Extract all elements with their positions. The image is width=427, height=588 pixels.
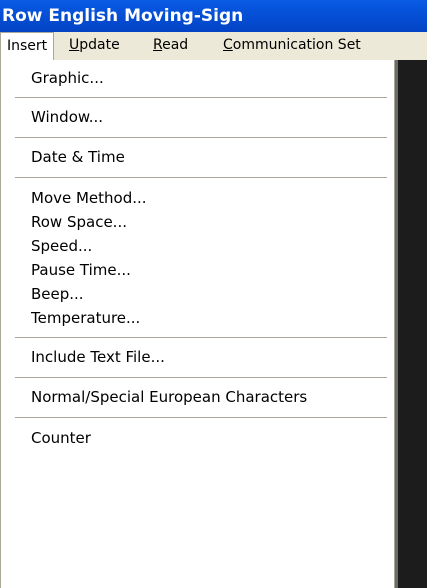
menu-communication-label: ommunication Set xyxy=(232,37,361,53)
menu-separator xyxy=(15,177,387,179)
menu-separator xyxy=(15,137,387,139)
menu-item-window[interactable]: Window... xyxy=(1,105,394,129)
menu-item-speed[interactable]: Speed... xyxy=(1,234,394,258)
menu-separator xyxy=(15,377,387,379)
menu-item-temperature[interactable]: Temperature... xyxy=(1,306,394,330)
menu-separator xyxy=(15,337,387,339)
menu-item-counter[interactable]: Counter xyxy=(1,426,394,450)
menu-item-row-space[interactable]: Row Space... xyxy=(1,210,394,234)
menu-item-pause-time[interactable]: Pause Time... xyxy=(1,258,394,282)
menu-insert-label: Insert xyxy=(7,38,48,54)
menu-communication-settings[interactable]: Communication Set xyxy=(217,32,367,59)
menu-update-label: pdate xyxy=(79,37,120,53)
menu-read-label: ead xyxy=(162,37,189,53)
menu-separator xyxy=(15,417,387,419)
menu-update-mnemonic: U xyxy=(69,37,80,53)
background-canvas xyxy=(398,60,427,588)
menu-item-european-characters[interactable]: Normal/Special European Characters xyxy=(1,385,394,409)
menu-read[interactable]: Read xyxy=(147,32,194,59)
menu-read-mnemonic: R xyxy=(153,37,163,53)
menu-item-move-method[interactable]: Move Method... xyxy=(1,186,394,210)
menu-separator xyxy=(15,97,387,99)
menu-item-graphic[interactable]: Graphic... xyxy=(1,66,394,90)
menu-update[interactable]: Update xyxy=(63,32,126,59)
menu-insert[interactable]: Insert xyxy=(0,32,55,60)
menu-item-include-text-file[interactable]: Include Text File... xyxy=(1,345,394,369)
menu-item-date-time[interactable]: Date & Time xyxy=(1,145,394,169)
insert-menu-dropdown: Graphic... Window... Date & Time Move Me… xyxy=(0,60,395,588)
menu-communication-mnemonic: C xyxy=(223,37,233,53)
menu-item-beep[interactable]: Beep... xyxy=(1,282,394,306)
window-title-bar[interactable]: Row English Moving-Sign xyxy=(0,0,427,32)
window-title: Row English Moving-Sign xyxy=(2,6,244,26)
menu-bar: Insert Update Read Communication Set xyxy=(0,32,427,60)
